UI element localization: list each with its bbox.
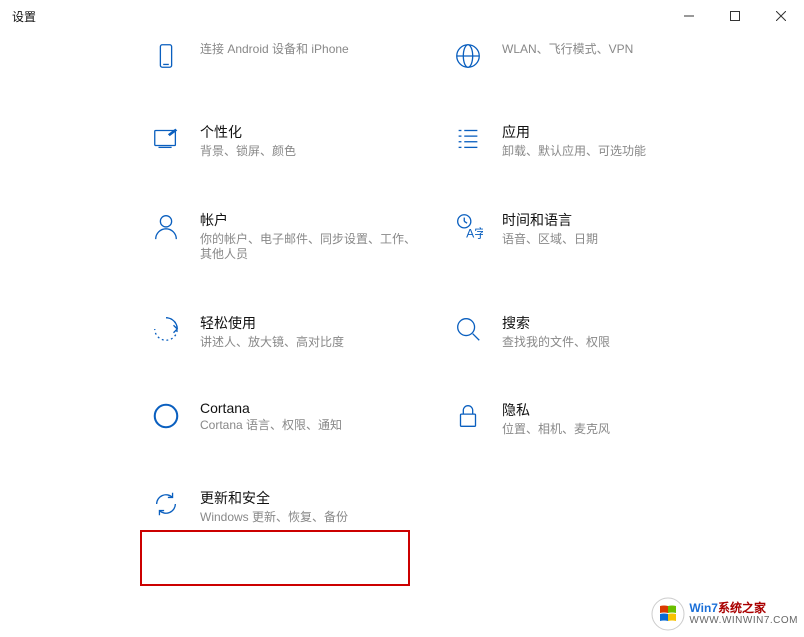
item-desc: 背景、锁屏、颜色 bbox=[200, 144, 422, 160]
window-title: 设置 bbox=[12, 8, 36, 25]
item-title: 轻松使用 bbox=[200, 313, 422, 333]
settings-item-update-security[interactable]: 更新和安全 Windows 更新、恢复、备份 bbox=[150, 488, 422, 526]
settings-item-search[interactable]: 搜索 查找我的文件、权限 bbox=[452, 313, 724, 351]
item-title: 隐私 bbox=[502, 400, 724, 420]
time-language-icon: A字 bbox=[452, 210, 484, 242]
svg-text:A字: A字 bbox=[466, 225, 483, 240]
item-desc: Windows 更新、恢复、备份 bbox=[200, 510, 422, 526]
item-desc: 你的帐户、电子邮件、同步设置、工作、其他人员 bbox=[200, 232, 422, 263]
settings-item-ease-of-access[interactable]: 轻松使用 讲述人、放大镜、高对比度 bbox=[150, 313, 422, 351]
item-title: 帐户 bbox=[200, 210, 422, 230]
personalization-icon bbox=[150, 122, 182, 154]
person-icon bbox=[150, 210, 182, 242]
watermark-line2: WWW.WINWIN7.COM bbox=[689, 615, 798, 626]
item-desc: 连接 Android 设备和 iPhone bbox=[200, 42, 422, 58]
settings-item-network[interactable]: WLAN、飞行模式、VPN bbox=[452, 40, 724, 72]
apps-icon bbox=[452, 122, 484, 154]
item-title: Cortana bbox=[200, 400, 422, 416]
search-icon bbox=[452, 313, 484, 345]
cortana-icon bbox=[150, 400, 182, 432]
settings-item-privacy[interactable]: 隐私 位置、相机、麦克风 bbox=[452, 400, 724, 438]
watermark: Win7系统之家 WWW.WINWIN7.COM bbox=[651, 597, 798, 631]
item-title: 个性化 bbox=[200, 122, 422, 142]
item-desc: 查找我的文件、权限 bbox=[502, 335, 724, 351]
settings-item-time-language[interactable]: A字 时间和语言 语音、区域、日期 bbox=[452, 210, 724, 263]
globe-icon bbox=[452, 40, 484, 72]
window-controls bbox=[666, 0, 804, 32]
phone-icon bbox=[150, 40, 182, 72]
watermark-logo-icon bbox=[651, 597, 685, 631]
annotation-highlight-box bbox=[140, 530, 410, 586]
maximize-button[interactable] bbox=[712, 0, 758, 32]
titlebar: 设置 bbox=[0, 0, 804, 32]
close-button[interactable] bbox=[758, 0, 804, 32]
lock-icon bbox=[452, 400, 484, 432]
settings-item-apps[interactable]: 应用 卸载、默认应用、可选功能 bbox=[452, 122, 724, 160]
item-desc: WLAN、飞行模式、VPN bbox=[502, 42, 724, 58]
settings-item-personalization[interactable]: 个性化 背景、锁屏、颜色 bbox=[150, 122, 422, 160]
item-title: 应用 bbox=[502, 122, 724, 142]
item-title: 更新和安全 bbox=[200, 488, 422, 508]
settings-item-accounts[interactable]: 帐户 你的帐户、电子邮件、同步设置、工作、其他人员 bbox=[150, 210, 422, 263]
item-desc: 语音、区域、日期 bbox=[502, 232, 724, 248]
item-desc: 卸载、默认应用、可选功能 bbox=[502, 144, 724, 160]
settings-item-phone[interactable]: 连接 Android 设备和 iPhone bbox=[150, 40, 422, 72]
ease-of-access-icon bbox=[150, 313, 182, 345]
settings-item-cortana[interactable]: Cortana Cortana 语言、权限、通知 bbox=[150, 400, 422, 438]
settings-grid: 连接 Android 设备和 iPhone WLAN、飞行模式、VPN 个性化 … bbox=[60, 32, 744, 526]
item-title: 时间和语言 bbox=[502, 210, 724, 230]
watermark-line1: Win7系统之家 bbox=[689, 602, 798, 615]
minimize-button[interactable] bbox=[666, 0, 712, 32]
update-icon bbox=[150, 488, 182, 520]
item-desc: 讲述人、放大镜、高对比度 bbox=[200, 335, 422, 351]
item-title: 搜索 bbox=[502, 313, 724, 333]
item-desc: 位置、相机、麦克风 bbox=[502, 422, 724, 438]
item-desc: Cortana 语言、权限、通知 bbox=[200, 418, 422, 434]
